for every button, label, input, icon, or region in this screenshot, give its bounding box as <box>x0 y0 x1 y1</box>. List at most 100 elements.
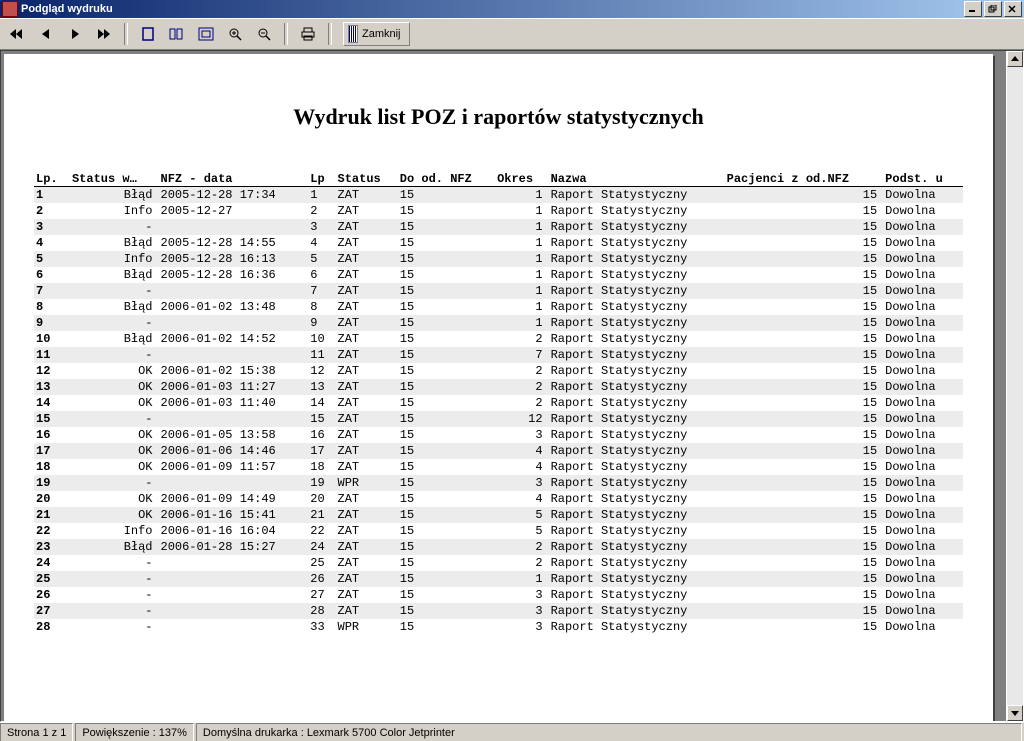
table-row: 10Błąd2006-01-02 14:5210ZAT152Raport Sta… <box>34 331 963 347</box>
cell-podst: Dowolna <box>883 235 963 251</box>
one-page-view-button[interactable] <box>135 22 161 46</box>
cell-lp1: 11 <box>34 347 70 363</box>
cell-lp2: 21 <box>308 507 335 523</box>
table-row: 7-7ZAT151Raport Statystyczny15Dowolna <box>34 283 963 299</box>
toolbar: Zamknij <box>0 18 1024 50</box>
cell-nfz-data: 2006-01-03 11:40 <box>159 395 309 411</box>
cell-lp2: 28 <box>308 603 335 619</box>
cell-status: ZAT <box>336 331 398 347</box>
scroll-up-button[interactable] <box>1007 51 1023 67</box>
next-page-button[interactable] <box>62 22 88 46</box>
cell-status-w: Błąd <box>70 187 159 204</box>
cell-lp2: 12 <box>308 363 335 379</box>
cell-podst: Dowolna <box>883 619 963 635</box>
door-icon <box>348 25 358 43</box>
cell-status-w: - <box>70 603 159 619</box>
th-pacjenci: Pacjenci z od.NFZ <box>725 170 884 187</box>
th-okres: Okres <box>495 170 549 187</box>
cell-podst: Dowolna <box>883 523 963 539</box>
restore-button[interactable] <box>984 1 1002 17</box>
cell-status-w: OK <box>70 507 159 523</box>
cell-nfz-data: 2006-01-16 16:04 <box>159 523 309 539</box>
table-row: 17OK2006-01-06 14:4617ZAT154Raport Staty… <box>34 443 963 459</box>
cell-nazwa: Raport Statystyczny <box>549 395 725 411</box>
close-window-button[interactable] <box>1004 1 1022 17</box>
zoom-out-button[interactable] <box>251 22 277 46</box>
cell-lp2: 5 <box>308 251 335 267</box>
cell-do-od: 15 <box>398 219 495 235</box>
cell-do-od: 15 <box>398 187 495 204</box>
cell-do-od: 15 <box>398 267 495 283</box>
th-nfz-data: NFZ - data <box>159 170 309 187</box>
cell-lp2: 18 <box>308 459 335 475</box>
cell-pacjenci: 15 <box>725 363 884 379</box>
cell-lp1: 20 <box>34 491 70 507</box>
cell-nfz-data: 2006-01-09 14:49 <box>159 491 309 507</box>
toolbar-separator <box>284 23 288 45</box>
cell-okres: 3 <box>495 427 549 443</box>
table-row: 2Info2005-12-272ZAT151Raport Statystyczn… <box>34 203 963 219</box>
zoom-in-button[interactable] <box>222 22 248 46</box>
cell-podst: Dowolna <box>883 587 963 603</box>
last-page-button[interactable] <box>91 22 117 46</box>
cell-pacjenci: 15 <box>725 603 884 619</box>
cell-podst: Dowolna <box>883 475 963 491</box>
table-row: 6Błąd2005-12-28 16:366ZAT151Raport Staty… <box>34 267 963 283</box>
minimize-button[interactable] <box>964 1 982 17</box>
print-button[interactable] <box>295 22 321 46</box>
cell-pacjenci: 15 <box>725 315 884 331</box>
cell-okres: 4 <box>495 443 549 459</box>
close-preview-button[interactable]: Zamknij <box>343 22 410 46</box>
cell-pacjenci: 15 <box>725 379 884 395</box>
cell-okres: 3 <box>495 475 549 491</box>
fit-page-button[interactable] <box>193 22 219 46</box>
cell-status: ZAT <box>336 315 398 331</box>
cell-status-w: - <box>70 347 159 363</box>
th-status-w: Status w… <box>70 170 159 187</box>
table-row: 4Błąd2005-12-28 14:554ZAT151Raport Staty… <box>34 235 963 251</box>
cell-nfz-data: 2005-12-28 14:55 <box>159 235 309 251</box>
cell-do-od: 15 <box>398 587 495 603</box>
prev-page-button[interactable] <box>33 22 59 46</box>
cell-nazwa: Raport Statystyczny <box>549 347 725 363</box>
cell-lp1: 21 <box>34 507 70 523</box>
cell-status: ZAT <box>336 443 398 459</box>
table-row: 13OK2006-01-03 11:2713ZAT152Raport Staty… <box>34 379 963 395</box>
th-lp1: Lp. <box>34 170 70 187</box>
cell-nfz-data: 2006-01-03 11:27 <box>159 379 309 395</box>
scroll-down-button[interactable] <box>1007 705 1023 721</box>
cell-do-od: 15 <box>398 331 495 347</box>
vertical-scrollbar[interactable] <box>1006 51 1023 721</box>
table-row: 22Info2006-01-16 16:0422ZAT155Raport Sta… <box>34 523 963 539</box>
cell-podst: Dowolna <box>883 299 963 315</box>
cell-nazwa: Raport Statystyczny <box>549 363 725 379</box>
cell-nfz-data: 2005-12-28 17:34 <box>159 187 309 204</box>
cell-podst: Dowolna <box>883 507 963 523</box>
cell-okres: 1 <box>495 251 549 267</box>
th-nazwa: Nazwa <box>549 170 725 187</box>
cell-lp1: 15 <box>34 411 70 427</box>
cell-pacjenci: 15 <box>725 587 884 603</box>
cell-lp2: 15 <box>308 411 335 427</box>
cell-status: ZAT <box>336 555 398 571</box>
titlebar: Podgląd wydruku <box>0 0 1024 18</box>
cell-status: ZAT <box>336 587 398 603</box>
status-page: Strona 1 z 1 <box>0 723 73 741</box>
statusbar: Strona 1 z 1 Powiększenie : 137% Domyśln… <box>0 722 1024 741</box>
table-row: 12OK2006-01-02 15:3812ZAT152Raport Staty… <box>34 363 963 379</box>
multi-page-view-button[interactable] <box>164 22 190 46</box>
page-preview: Wydruk list POZ i raportów statystycznyc… <box>4 54 993 721</box>
cell-lp1: 16 <box>34 427 70 443</box>
cell-podst: Dowolna <box>883 267 963 283</box>
cell-lp1: 17 <box>34 443 70 459</box>
cell-nazwa: Raport Statystyczny <box>549 507 725 523</box>
cell-status-w: - <box>70 219 159 235</box>
cell-pacjenci: 15 <box>725 619 884 635</box>
cell-podst: Dowolna <box>883 363 963 379</box>
table-row: 15-15ZAT1512Raport Statystyczny15Dowolna <box>34 411 963 427</box>
cell-okres: 1 <box>495 571 549 587</box>
first-page-button[interactable] <box>4 22 30 46</box>
cell-status-w: - <box>70 587 159 603</box>
cell-okres: 2 <box>495 363 549 379</box>
cell-status-w: - <box>70 571 159 587</box>
